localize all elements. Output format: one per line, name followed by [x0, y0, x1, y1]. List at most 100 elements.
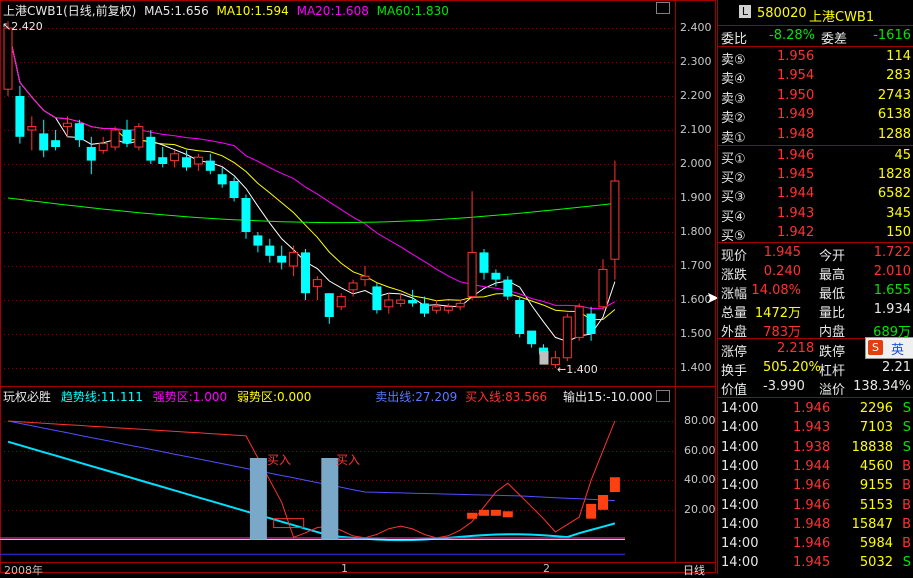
candle-body-up — [3, 27, 13, 90]
ask-row[interactable]: 卖① 1.948 1288 — [717, 126, 913, 146]
ask-row[interactable]: 卖⑤ 1.956 114 — [717, 48, 913, 68]
bid-row[interactable]: 买③ 1.944 6582 — [717, 185, 913, 206]
candle-body-up — [574, 306, 584, 338]
tick-time: 14:00 — [721, 516, 759, 532]
limit-down-label: 跌停 — [819, 345, 846, 360]
candle-body-up — [289, 251, 299, 267]
trend-line — [7, 440, 616, 542]
leverage-value: 2.21 — [882, 360, 911, 375]
stat-label: 最高 — [819, 268, 846, 283]
stat-value: 1.945 — [763, 245, 801, 260]
leverage-label: 杠杆 — [819, 364, 846, 379]
ime-toolbar[interactable]: S 英 — [865, 337, 913, 359]
price-tick-label: 1.700 — [680, 259, 712, 272]
tick-time: 14:00 — [721, 401, 759, 416]
tick-row[interactable]: 14:00 1.946 9155 B — [717, 477, 913, 496]
moving-average-lines — [7, 27, 616, 343]
tick-volume: 5032 — [859, 555, 893, 571]
tick-row[interactable]: 14:00 1.938 18838 S — [717, 439, 913, 458]
tick-side: B — [902, 458, 911, 474]
candle-body-down — [301, 252, 310, 294]
ime-mode[interactable]: 英 — [891, 339, 904, 358]
tick-row[interactable]: 14:00 1.946 2296 S — [717, 400, 913, 419]
bid-level-label: 买③ — [721, 190, 746, 206]
ask-row[interactable]: 卖③ 1.950 2743 — [717, 87, 913, 107]
stat-label: 总量 — [721, 306, 748, 321]
low-marker: ←1.400 — [557, 363, 598, 376]
stat-label: 现价 — [721, 249, 748, 264]
candle-body-up — [110, 129, 120, 148]
ma60-legend: MA60:1.830 — [376, 4, 449, 18]
tick-row[interactable]: 14:00 1.944 4560 B — [717, 458, 913, 477]
candle-body-up — [63, 122, 72, 128]
candle-body-down — [15, 96, 25, 137]
maximize-button[interactable] — [656, 2, 670, 14]
bid-volume: 6582 — [877, 186, 911, 202]
ask-volume: 2743 — [877, 87, 911, 103]
tick-row[interactable]: 14:00 1.946 5984 B — [717, 535, 913, 554]
candle-body-down — [586, 313, 596, 334]
tick-volume: 2296 — [859, 401, 893, 416]
stat-value: 1.655 — [873, 283, 911, 298]
tick-volume: 5153 — [859, 497, 893, 513]
bid-row[interactable]: 买⑤ 1.942 150 — [717, 224, 913, 244]
stat-row: 涨跌 0.240 最高 2.010 — [717, 263, 913, 283]
bid-row[interactable]: 买② 1.945 1828 — [717, 166, 913, 186]
ask-level-label: 卖③ — [721, 91, 746, 107]
stat-row: 涨幅 14.08% 最低 1.655 — [717, 282, 913, 302]
indicator-tick-label: 20.00 — [684, 502, 716, 516]
candle-body-up — [610, 180, 620, 260]
candle-body-down — [503, 279, 513, 297]
ask-row[interactable]: 卖④ 1.954 283 — [717, 67, 913, 88]
ma60-line — [7, 197, 615, 224]
candle-body-up — [348, 282, 358, 291]
tick-price: 1.946 — [793, 497, 831, 513]
period-label[interactable]: 日线 — [683, 562, 705, 578]
ask-row[interactable]: 卖② 1.949 6138 — [717, 106, 913, 126]
price-tick-label: 2.100 — [680, 123, 712, 136]
premium-label: 溢价 — [819, 383, 846, 398]
candle-body-down — [146, 136, 156, 161]
indicator-tick-label: 40.00 — [684, 473, 716, 487]
security-name: 上港CWB1 — [809, 10, 875, 25]
candle-body-up — [134, 126, 144, 148]
tick-volume: 15847 — [851, 516, 893, 532]
kline-chart[interactable] — [0, 0, 716, 574]
tick-row[interactable]: 14:00 1.946 5153 B — [717, 497, 913, 516]
candle-body-up — [455, 302, 465, 308]
candle-body-down — [74, 123, 84, 141]
bid-price: 1.945 — [777, 167, 815, 183]
ask-level-label: 卖④ — [721, 72, 746, 88]
tick-side: B — [902, 478, 911, 494]
tick-row[interactable]: 14:00 1.945 5032 S — [717, 554, 913, 573]
tick-side: S — [902, 555, 911, 571]
tick-volume: 4560 — [859, 458, 893, 474]
tick-price: 1.945 — [793, 555, 831, 571]
ask-price: 1.954 — [777, 68, 815, 84]
tick-time: 14:00 — [721, 458, 759, 474]
chart-area[interactable]: 上港CWB1(日线,前复权) MA5:1.656 MA10:1.594 MA20… — [0, 0, 719, 577]
candle-body-up — [312, 279, 322, 287]
tick-row[interactable]: 14:00 1.943 7103 S — [717, 419, 913, 438]
candle-body-up — [431, 306, 441, 311]
bid-row[interactable]: 买④ 1.943 345 — [717, 205, 913, 225]
strength-block — [502, 511, 513, 518]
indicator-maximize-button[interactable] — [656, 390, 670, 402]
tick-side: B — [902, 497, 911, 513]
candle-body-up — [336, 296, 346, 308]
ma10-legend: MA10:1.594 — [216, 4, 289, 18]
stat-label: 今开 — [819, 249, 846, 264]
candle-body-down — [217, 174, 227, 185]
candle-body-down — [324, 293, 334, 317]
bid-volume: 150 — [886, 224, 911, 240]
low-marker-value: 1.400 — [566, 363, 598, 376]
candle-body-down — [158, 157, 168, 164]
buy-line — [7, 420, 616, 539]
bid-row[interactable]: 买① 1.946 45 — [717, 147, 913, 167]
tick-row[interactable]: 14:00 1.948 15847 B — [717, 516, 913, 535]
weak-legend: 弱势区:0.000 — [236, 390, 312, 404]
price-tick-label: 1.400 — [680, 361, 712, 374]
candle-body-down — [86, 147, 96, 161]
ma5-line — [7, 27, 616, 343]
candle-body-down — [420, 303, 429, 314]
